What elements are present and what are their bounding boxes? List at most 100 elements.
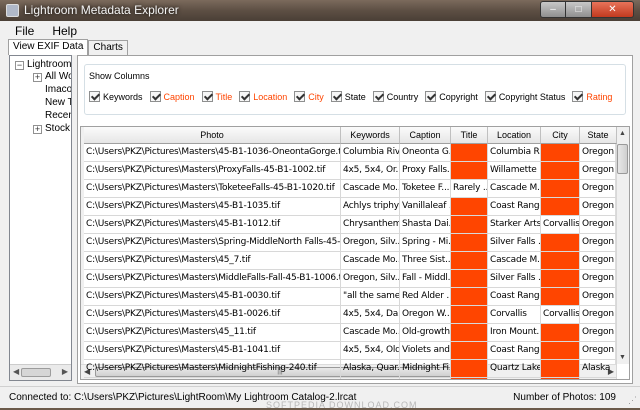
table-cell[interactable]: Corvallis — [488, 306, 541, 324]
table-cell[interactable]: Marsh Wre... — [400, 378, 451, 379]
tree-item[interactable]: All Worl — [45, 71, 71, 82]
table-cell[interactable] — [541, 144, 580, 162]
column-checkbox-title[interactable]: Title — [201, 91, 232, 102]
table-cell[interactable]: Oregon — [580, 180, 617, 198]
column-header-location[interactable]: Location — [488, 127, 541, 144]
table-cell[interactable] — [541, 324, 580, 342]
tab-charts[interactable]: Charts — [88, 40, 128, 55]
checkbox[interactable] — [294, 91, 306, 102]
table-cell[interactable]: Cascade M... — [488, 252, 541, 270]
table-cell[interactable]: Oregon — [580, 216, 617, 234]
table-cell[interactable]: Proxy Falls... — [400, 162, 451, 180]
table-cell[interactable] — [451, 378, 488, 379]
table-cell[interactable]: Achlys triphyl... — [341, 198, 400, 216]
column-checkbox-rating[interactable]: Rating — [572, 91, 612, 102]
table-cell[interactable]: Silver Falls ... — [488, 234, 541, 252]
table-cell[interactable]: Chrysanthem... — [341, 216, 400, 234]
table-cell[interactable]: Cascade Mo... — [341, 324, 400, 342]
table-cell[interactable] — [541, 234, 580, 252]
expand-icon[interactable]: + — [33, 125, 42, 134]
table-cell[interactable]: Spring - Mi... — [400, 234, 451, 252]
table-cell[interactable] — [541, 180, 580, 198]
grid-vertical-scrollbar[interactable]: ▲ ▼ — [615, 127, 629, 364]
table-cell[interactable]: Corvallis — [541, 216, 580, 234]
table-cell[interactable]: Vanillaleaf ... — [400, 198, 451, 216]
table-cell[interactable]: 4x5, 5x4, Or... — [341, 162, 400, 180]
menu-file[interactable]: File — [6, 22, 43, 40]
scroll-left-icon[interactable]: ◀ — [13, 367, 19, 376]
tree-horizontal-scrollbar[interactable]: ◀ ▶ — [10, 364, 71, 380]
table-cell[interactable]: Coast Range — [488, 288, 541, 306]
table-cell[interactable]: C:\Users\PKZ\Pictures\Masters\45-B1-0030… — [84, 288, 341, 306]
table-cell[interactable]: Oregon — [580, 288, 617, 306]
table-cell[interactable]: Oregon W... — [400, 306, 451, 324]
table-cell[interactable]: Oregon — [580, 324, 617, 342]
scrollbar-thumb[interactable] — [617, 144, 628, 174]
table-cell[interactable] — [451, 162, 488, 180]
tree-item[interactable]: Imacon — [45, 84, 71, 95]
table-cell[interactable]: Violets and... — [400, 342, 451, 360]
menu-help[interactable]: Help — [43, 22, 86, 40]
table-cell[interactable]: C:\Users\PKZ\Pictures\Masters\45-B1-1036… — [84, 144, 341, 162]
table-cell[interactable]: Finley Nation... — [341, 378, 400, 379]
table-cell[interactable]: Oregon — [580, 306, 617, 324]
table-cell[interactable]: Columbia Riv... — [341, 144, 400, 162]
table-cell[interactable]: Three Sist... — [400, 252, 451, 270]
table-cell[interactable] — [541, 378, 580, 379]
table-cell[interactable]: Willamette ... — [488, 162, 541, 180]
table-cell[interactable]: Cascade Mo... — [341, 252, 400, 270]
minimize-button[interactable]: – — [540, 1, 566, 18]
tree-item[interactable]: New To — [45, 97, 71, 108]
column-header-state[interactable]: State — [580, 127, 617, 144]
table-cell[interactable] — [451, 342, 488, 360]
table-cell[interactable]: Fall - Middl... — [400, 270, 451, 288]
table-cell[interactable]: Corvallis — [541, 306, 580, 324]
table-cell[interactable]: C:\Users\PKZ\Pictures\Masters\MarshWren-… — [84, 378, 341, 379]
tab-view-exif-data[interactable]: View EXIF Data — [8, 39, 89, 55]
table-cell[interactable] — [451, 234, 488, 252]
table-cell[interactable]: Finley Nation... — [488, 378, 541, 379]
checkbox[interactable] — [372, 91, 384, 102]
table-cell[interactable]: Cascade Mo... — [341, 180, 400, 198]
scroll-up-icon[interactable]: ▲ — [619, 130, 626, 137]
table-cell[interactable]: Silver Falls ... — [488, 270, 541, 288]
checkbox[interactable] — [201, 91, 213, 102]
table-cell[interactable]: Rarely ... — [451, 180, 488, 198]
column-checkbox-copyright[interactable]: Copyright — [425, 91, 478, 102]
table-cell[interactable]: C:\Users\PKZ\Pictures\Masters\45_7.tif — [84, 252, 341, 270]
table-cell[interactable] — [451, 324, 488, 342]
table-cell[interactable]: C:\Users\PKZ\Pictures\Masters\45-B1-1041… — [84, 342, 341, 360]
column-checkbox-country[interactable]: Country — [372, 91, 418, 102]
checkbox[interactable] — [330, 91, 342, 102]
tree-item[interactable]: Recent — [45, 110, 71, 121]
column-checkbox-copyright-status[interactable]: Copyright Status — [484, 91, 565, 102]
checkbox[interactable] — [484, 91, 496, 102]
table-cell[interactable]: Coast Range — [488, 342, 541, 360]
checkbox[interactable] — [572, 91, 584, 102]
table-cell[interactable] — [451, 216, 488, 234]
expand-icon[interactable]: + — [33, 73, 42, 82]
scroll-right-icon[interactable]: ▶ — [62, 367, 68, 376]
column-header-city[interactable]: City — [541, 127, 580, 144]
table-cell[interactable]: Oregon — [580, 252, 617, 270]
table-cell[interactable]: Quartz Lake — [488, 360, 541, 378]
checkbox[interactable] — [149, 91, 161, 102]
table-cell[interactable]: Oregon — [580, 162, 617, 180]
column-header-photo[interactable]: Photo — [84, 127, 341, 144]
tree-item[interactable]: Stock A — [45, 123, 71, 134]
column-checkbox-keywords[interactable]: Keywords — [89, 91, 143, 102]
table-cell[interactable]: Oregon — [580, 378, 617, 379]
table-cell[interactable]: Oregon — [580, 234, 617, 252]
table-cell[interactable] — [541, 198, 580, 216]
table-cell[interactable]: C:\Users\PKZ\Pictures\Masters\45-B1-1012… — [84, 216, 341, 234]
scrollbar-thumb[interactable] — [21, 368, 51, 377]
table-cell[interactable]: Coast Range — [488, 198, 541, 216]
checkbox[interactable] — [89, 91, 100, 102]
column-checkbox-caption[interactable]: Caption — [149, 91, 195, 102]
checkbox[interactable] — [239, 91, 251, 102]
table-cell[interactable]: Oregon — [580, 198, 617, 216]
table-cell[interactable] — [541, 360, 580, 378]
table-cell[interactable] — [451, 360, 488, 378]
table-cell[interactable] — [451, 144, 488, 162]
table-cell[interactable]: C:\Users\PKZ\Pictures\Masters\MidnightFi… — [84, 360, 341, 378]
